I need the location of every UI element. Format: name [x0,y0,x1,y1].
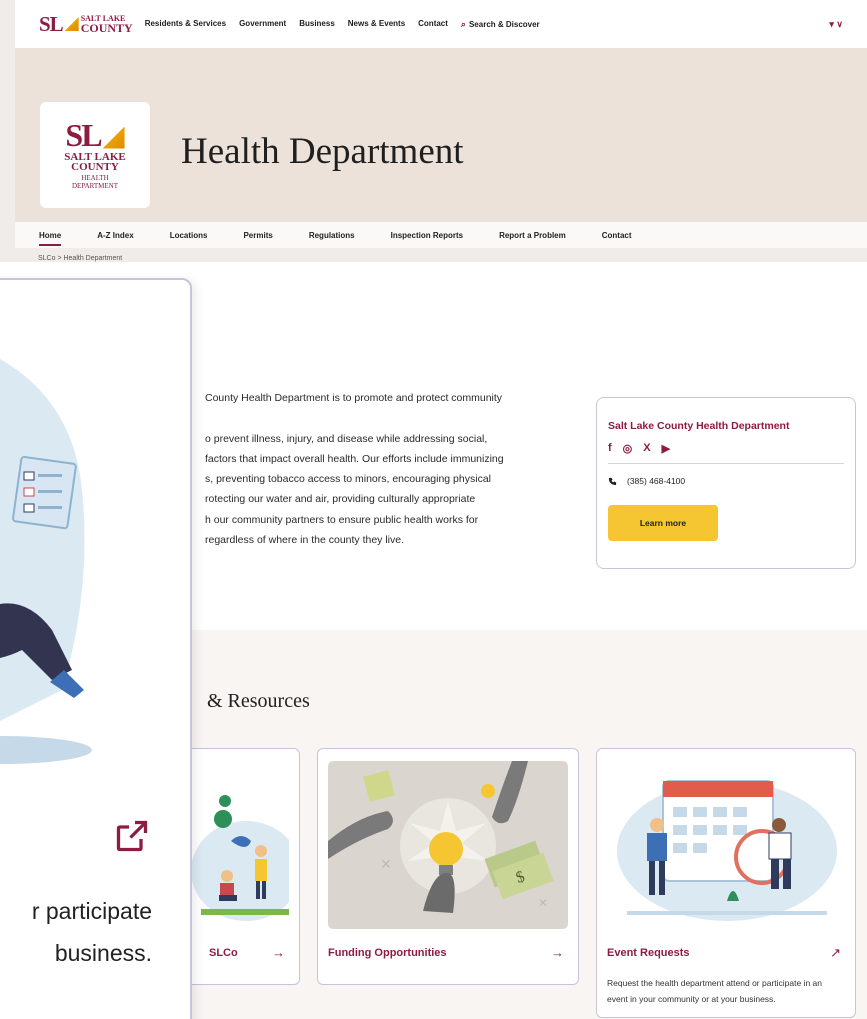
main-menu: Residents & Services Government Business… [145,19,540,30]
subnav-az-index[interactable]: A-Z Index [97,231,133,240]
subnav-locations[interactable]: Locations [170,231,208,240]
logo-line-4: DEPARTMENT [72,181,118,190]
page-title: Health Department [181,131,464,172]
youtube-icon[interactable]: ▶ [662,442,670,455]
hero-banner: SL SALT LAKE COUNTY HEALTH DEPARTMENT He… [15,48,867,222]
logo-text: SALT LAKE COUNTY [80,14,133,35]
x-twitter-icon[interactable]: X [643,442,650,455]
subnav-report-problem[interactable]: Report a Problem [499,231,566,240]
zoomed-description: r participate business. [0,890,152,974]
mission-line: regardless of where in the county they l… [205,534,405,547]
arrow-right-icon: → [551,945,564,960]
language-toggle[interactable]: ▾ ∨ [829,19,843,30]
subnav-contact[interactable]: Contact [602,231,632,240]
logo-department-text: HEALTH DEPARTMENT [72,174,118,190]
mission-line: rotecting our water and air, providing c… [205,493,476,506]
instagram-icon[interactable]: ◎ [623,442,633,455]
resources-section-title: & Resources [207,690,310,712]
contact-card: Salt Lake County Health Department f ◎ X… [596,397,856,569]
funding-illustration: $ ✕ ✕ [328,761,568,929]
department-subnav: Home A-Z Index Locations Permits Regulat… [15,222,867,248]
subnav-permits[interactable]: Permits [243,231,272,240]
menu-residents-services[interactable]: Residents & Services [145,19,226,30]
menu-business[interactable]: Business [299,19,335,30]
menu-government[interactable]: Government [239,19,286,30]
mission-line: County Health Department is to promote a… [205,392,503,404]
sun-logo-icon [102,126,125,149]
resource-card-event-requests[interactable]: Event Requests ↗ Request the health depa… [596,748,856,1018]
arrow-right-icon: → [272,945,285,960]
mission-line [205,408,565,428]
breadcrumb[interactable]: SLCo > Health Department [38,255,122,262]
subnav-regulations[interactable]: Regulations [309,231,355,240]
zoomed-description-line: business. [54,940,152,966]
external-link-icon[interactable] [114,818,150,854]
logo-mark-text: SL [65,116,102,153]
top-navigation: SL SALT LAKE COUNTY Residents & Services… [15,0,867,48]
contact-phone[interactable]: (385) 468-4100 [608,476,844,486]
mission-line: s, preventing tobacco access to minors, … [205,473,491,486]
search-icon: ⌕ [460,18,466,29]
card-title: Funding Opportunities [328,947,447,959]
salt-lake-county-logo[interactable]: SL SALT LAKE COUNTY [39,12,133,37]
card-title: Event Requests [607,947,690,959]
learn-more-button[interactable]: Learn more [608,505,718,541]
resource-card-funding[interactable]: $ ✕ ✕ Funding Opportunities → [317,748,579,985]
zoomed-event-card[interactable]: r participate business. [0,278,192,1019]
card-title: SLCo [209,947,238,959]
mission-line: factors that impact overall health. Our … [205,452,504,465]
logo-line-3: HEALTH [81,173,109,182]
menu-news-events[interactable]: News & Events [348,19,405,30]
phone-icon [608,477,617,485]
mission-line: h our community partners to ensure publi… [205,513,479,526]
zoomed-description-line: r participate [31,898,152,924]
social-links: f ◎ X ▶ [608,442,844,464]
svg-text:✕: ✕ [380,856,392,872]
search-discover-link[interactable]: ⌕ Search & Discover [461,19,540,30]
logo-mark: SL [39,11,64,36]
menu-contact[interactable]: Contact [418,19,448,30]
funding-illustration-art: $ ✕ ✕ [328,761,554,913]
mission-line: o prevent illness, injury, and disease w… [205,432,488,445]
contact-name: Salt Lake County Health Department [608,420,790,432]
mission-statement: County Health Department is to promote a… [205,388,565,550]
facebook-icon[interactable]: f [608,442,612,455]
page: SL SALT LAKE COUNTY Residents & Services… [0,0,867,1019]
subnav-inspection-reports[interactable]: Inspection Reports [391,231,463,240]
logo-mark-large: SL [65,116,125,153]
logo-line-1: SALT LAKE [64,150,126,163]
health-department-logo: SL SALT LAKE COUNTY HEALTH DEPARTMENT [40,102,150,208]
logo-county-text: SALT LAKE COUNTY [64,150,126,173]
svg-text:✕: ✕ [538,896,548,910]
zoomed-illustration [0,310,164,776]
event-requests-illustration-art [617,780,837,921]
logo-line-2: COUNTY [80,20,133,35]
zoomed-illustration-art [0,310,164,776]
phone-number: (385) 468-4100 [627,476,686,486]
subnav-home[interactable]: Home [39,231,62,246]
logo-line-2: COUNTY [71,160,119,173]
external-link-icon: ↗ [830,945,841,960]
search-label: Search & Discover [468,19,540,29]
event-requests-illustration [607,761,845,929]
card-description: Request the health department attend or … [607,978,823,1004]
sun-logo-icon [64,17,79,31]
